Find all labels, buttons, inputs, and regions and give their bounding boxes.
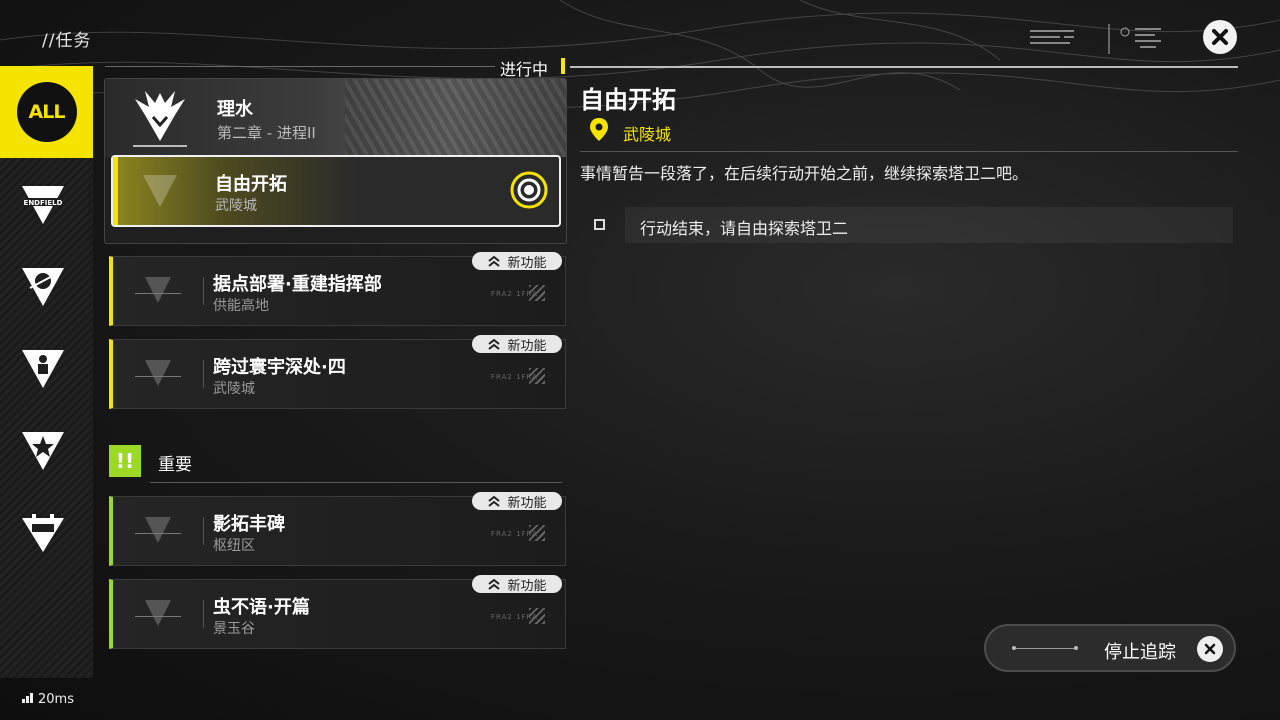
quest-name: 据点部署·重建指挥部 <box>213 274 382 295</box>
quest-name: 自由开拓 <box>215 174 287 195</box>
new-feature-badge: 新功能 <box>472 252 562 271</box>
close-button[interactable] <box>1203 20 1237 54</box>
detail-rule <box>580 151 1238 152</box>
badge-label: 新功能 <box>507 578 547 594</box>
sidebar-item-all[interactable]: ALL <box>0 66 93 158</box>
endfield-label: ENDFIELD <box>24 199 63 207</box>
quest-emblem-icon <box>143 175 177 207</box>
detail-divider <box>570 66 1238 68</box>
detail-title: 自由开拓 <box>580 86 676 114</box>
quest-name: 虫不语·开篇 <box>213 597 310 618</box>
close-icon <box>1197 636 1223 662</box>
quest-name: 影拓丰碑 <box>213 514 285 535</box>
signal-icon <box>22 692 34 707</box>
ping-value: 20ms <box>38 692 74 707</box>
section-divider <box>150 482 562 483</box>
sidebar-item-endfield[interactable]: ENDFIELD <box>20 184 66 226</box>
in-progress-label: 进行中 <box>500 60 549 79</box>
new-feature-badge: 新功能 <box>472 575 562 594</box>
chapter-emblem-icon <box>133 91 187 147</box>
decorative-line <box>1012 646 1078 650</box>
section-title: 重要 <box>158 455 192 475</box>
list-divider <box>105 66 495 67</box>
double-chevron-up-icon <box>488 578 501 590</box>
new-feature-badge: 新功能 <box>472 492 562 511</box>
page-title: //任务 <box>42 31 92 51</box>
badge-label: 新功能 <box>507 255 547 271</box>
chapter-artwork <box>345 79 566 157</box>
hatch-icon <box>529 525 545 541</box>
objective-text: 行动结束，请自由探索塔卫二 <box>640 219 849 238</box>
active-indicator <box>113 157 118 225</box>
card-separator <box>203 517 204 545</box>
chapter-name: 理水 <box>217 99 253 120</box>
quest-location: 武陵城 <box>215 198 257 214</box>
active-quest-group: 理水 第二章 - 进程II 自由开拓 武陵城 <box>104 78 567 244</box>
network-ping: 20ms <box>22 692 74 707</box>
double-chevron-up-icon <box>488 255 501 267</box>
quest-emblem-icon <box>135 277 181 303</box>
person-icon <box>39 355 47 363</box>
detail-description: 事情暂告一段落了，在后续行动开始之前，继续探索塔卫二吧。 <box>580 164 1029 183</box>
quest-location: 供能高地 <box>213 298 269 314</box>
quest-location: 武陵城 <box>213 381 255 397</box>
quest-card-active[interactable]: 自由开拓 武陵城 <box>111 155 561 227</box>
badge-label: 新功能 <box>507 495 547 511</box>
quest-location: 景玉谷 <box>213 621 255 637</box>
sidebar-item-star[interactable] <box>20 430 66 472</box>
double-chevron-up-icon <box>488 495 501 507</box>
important-section-icon: !! <box>109 445 141 477</box>
card-separator <box>203 360 204 388</box>
hud-decoration <box>1030 24 1161 54</box>
detail-location: 武陵城 <box>623 125 672 144</box>
hatch-icon <box>529 285 545 301</box>
category-sidebar: ALL ENDFIELD <box>0 66 93 678</box>
hatch-icon <box>529 368 545 384</box>
stop-tracking-button[interactable]: 停止追踪 <box>984 624 1236 672</box>
quest-emblem-icon <box>135 517 181 543</box>
location-pin-icon <box>590 118 608 141</box>
all-badge-icon: ALL <box>16 82 77 142</box>
chapter-header[interactable]: 理水 第二章 - 进程II <box>105 79 566 157</box>
quest-name: 跨过寰宇深处·四 <box>213 357 346 378</box>
objective-checkbox-icon <box>594 219 605 230</box>
chapter-progress: 第二章 - 进程II <box>217 124 316 142</box>
card-separator <box>203 600 204 628</box>
quest-emblem-icon <box>135 360 181 386</box>
tracking-target-icon[interactable] <box>510 171 548 209</box>
double-chevron-up-icon <box>488 338 501 350</box>
quest-location: 枢纽区 <box>213 538 255 554</box>
quest-emblem-icon <box>135 600 181 626</box>
hatch-icon <box>529 608 545 624</box>
robot-icon <box>32 524 54 532</box>
status-marker <box>561 58 565 74</box>
close-icon <box>1212 29 1228 45</box>
new-feature-badge: 新功能 <box>472 335 562 354</box>
card-separator <box>203 277 204 305</box>
sidebar-item-person[interactable] <box>20 348 66 390</box>
sidebar-item-robot[interactable] <box>20 512 66 554</box>
sidebar-item-planet[interactable] <box>20 266 66 308</box>
badge-label: 新功能 <box>507 338 547 354</box>
stop-tracking-label: 停止追踪 <box>1104 642 1176 663</box>
